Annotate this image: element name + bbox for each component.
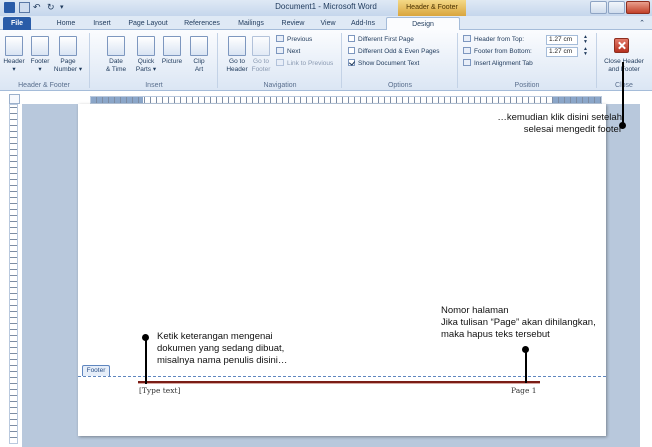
header-position-icon (463, 35, 471, 42)
footer-icon[interactable] (31, 36, 49, 56)
vertical-ruler[interactable] (9, 104, 18, 444)
group-label-position: Position (514, 82, 540, 89)
quick-parts-icon[interactable] (137, 36, 155, 56)
group-separator (596, 33, 597, 88)
annotation-leader (622, 62, 624, 126)
tab-mailings[interactable]: Mailings (231, 17, 271, 30)
footer-from-bottom-input[interactable]: 1.27 cm (546, 47, 578, 57)
link-to-previous-button[interactable]: Link to Previous (276, 59, 333, 68)
ribbon-collapse-icon[interactable]: ⌃ (636, 17, 648, 30)
tab-page-layout[interactable]: Page Layout (123, 17, 173, 30)
header-from-top-input[interactable]: 1.27 cm (546, 35, 578, 45)
footer-placeholder-text[interactable]: [Type text] (139, 386, 180, 395)
annotation-leader (145, 338, 147, 384)
title-bar: ↶ ↻ ▾ Document1 - Microsoft Word Header … (0, 0, 652, 27)
previous-icon (276, 35, 284, 42)
picture-icon[interactable] (163, 36, 181, 56)
header-icon[interactable] (5, 36, 23, 56)
previous-button[interactable]: Previous (276, 35, 312, 44)
footer-rule-shadow (138, 383, 540, 384)
group-separator (341, 33, 342, 88)
footer-page-number[interactable]: Page 1 (511, 386, 537, 395)
group-label-insert: Insert (145, 82, 163, 89)
tab-references[interactable]: References (178, 17, 226, 30)
tab-home[interactable]: Home (50, 17, 82, 30)
page-number-button[interactable]: Page Number ▾ (51, 58, 85, 74)
group-separator (89, 33, 90, 88)
tab-review[interactable]: Review (276, 17, 310, 30)
ruler-ticks (10, 105, 17, 443)
horizontal-ruler[interactable] (90, 96, 602, 104)
next-icon (276, 47, 284, 54)
window-close-button[interactable] (626, 1, 650, 14)
page-number-annotation: Nomor halaman Jika tulisan “Page” akan d… (441, 305, 596, 340)
tab-selector[interactable] (9, 94, 20, 104)
group-label-navigation: Navigation (263, 82, 297, 89)
tab-file[interactable]: File (3, 17, 31, 30)
header-spinner-icon[interactable]: ▲ ▼ (582, 35, 589, 45)
close-annotation: …kemudian klik disini setelah selesai me… (497, 112, 622, 135)
ruler-ticks (91, 97, 601, 103)
next-button[interactable]: Next (276, 47, 300, 56)
tab-design[interactable]: Design (386, 17, 460, 30)
footer-spinner-icon[interactable]: ▲ ▼ (582, 47, 589, 57)
go-to-footer-icon[interactable] (252, 36, 270, 56)
close-header-footer-icon[interactable] (614, 38, 629, 53)
checkbox-box (348, 47, 355, 54)
footer-tag: Footer (82, 365, 110, 376)
footer-from-bottom-label: Footer from Bottom: (463, 47, 532, 56)
show-document-text-checkbox[interactable]: Show Document Text (348, 59, 419, 68)
group-separator (217, 33, 218, 88)
link-icon (276, 59, 284, 66)
checkbox-box (348, 35, 355, 42)
group-label-options: Options (387, 82, 413, 89)
window-title: Document1 - Microsoft Word (275, 2, 377, 11)
clip-art-icon[interactable] (190, 36, 208, 56)
picture-button[interactable]: Picture (157, 58, 187, 66)
minimize-button[interactable] (590, 1, 607, 14)
insert-alignment-tab-button[interactable]: Insert Alignment Tab (463, 59, 533, 68)
ribbon: Header ▾ Footer ▾ Page Number ▾ Header &… (0, 30, 652, 91)
alignment-tab-icon (463, 59, 471, 66)
different-first-page-checkbox[interactable]: Different First Page (348, 35, 414, 44)
date-time-button[interactable]: Date & Time (101, 58, 131, 74)
contextual-tab-label: Header & Footer Tools (398, 0, 466, 27)
different-odd-even-checkbox[interactable]: Different Odd & Even Pages (348, 47, 440, 56)
maximize-button[interactable] (608, 1, 625, 14)
annotation-leader (525, 350, 527, 383)
word-window: ↶ ↻ ▾ Document1 - Microsoft Word Header … (0, 0, 652, 447)
tab-view[interactable]: View (314, 17, 342, 30)
date-time-icon[interactable] (107, 36, 125, 56)
group-label-close: Close (615, 82, 633, 89)
go-to-footer-button[interactable]: Go to Footer (246, 58, 276, 74)
group-label-header-footer: Header & Footer (18, 82, 70, 89)
footer-text-annotation: Ketik keterangan mengenai dokumen yang s… (157, 331, 288, 366)
header-from-top-label: Header from Top: (463, 35, 524, 44)
group-separator (457, 33, 458, 88)
tab-insert[interactable]: Insert (86, 17, 118, 30)
go-to-header-icon[interactable] (228, 36, 246, 56)
tab-add-ins[interactable]: Add-Ins (346, 17, 380, 30)
clip-art-button[interactable]: Clip Art (184, 58, 214, 74)
checkbox-checked (348, 59, 355, 66)
footer-boundary (78, 376, 606, 377)
annotation-dot (619, 122, 626, 129)
ribbon-tab-bar: File Home Insert Page Layout References … (0, 16, 652, 30)
footer-position-icon (463, 47, 471, 54)
page-number-icon[interactable] (59, 36, 77, 56)
close-header-footer-button[interactable]: Close Header and Footer (598, 58, 650, 74)
